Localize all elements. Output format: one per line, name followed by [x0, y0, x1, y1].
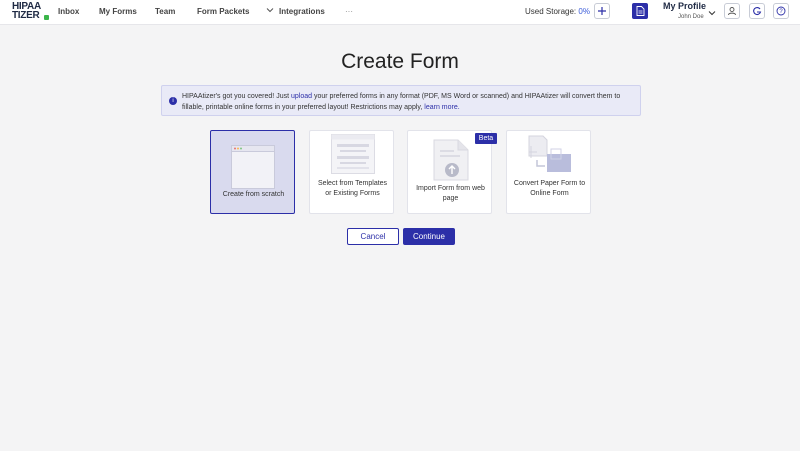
top-navigation-bar: HIPAA TIZER Inbox My Forms Team Form Pac… — [0, 0, 800, 25]
chevron-down-icon[interactable] — [266, 6, 274, 16]
help-icon: ? — [776, 6, 786, 16]
blank-window-icon — [231, 145, 275, 189]
plus-icon — [598, 7, 606, 15]
google-g-icon — [753, 6, 762, 16]
info-text: HIPAAtizer's got you covered! Just uploa… — [182, 91, 637, 113]
learn-more-link[interactable]: learn more. — [424, 104, 459, 111]
user-account-button[interactable] — [724, 3, 740, 19]
document-icon — [636, 6, 644, 16]
card-label: Convert Paper Form to Online Form — [513, 180, 586, 197]
option-select-from-templates[interactable]: Select from Templates or Existing Forms — [309, 130, 394, 214]
logo-green-mark — [44, 15, 49, 20]
template-list-icon — [331, 134, 375, 174]
profile-user-name: John Doe — [678, 14, 704, 20]
profile-chevron-down-icon[interactable] — [708, 4, 716, 22]
page-title: Create Form — [341, 50, 459, 73]
option-create-from-scratch[interactable]: Create from scratch — [210, 130, 295, 214]
card-label: Create from scratch — [222, 191, 285, 198]
hipaatizer-logo[interactable]: HIPAA TIZER — [12, 2, 49, 24]
storage-label: Used Storage: — [525, 7, 577, 16]
info-banner: i HIPAAtizer's got you covered! Just upl… — [161, 85, 641, 116]
upload-link[interactable]: upload — [291, 93, 312, 100]
nav-integrations[interactable]: Integrations — [279, 7, 325, 16]
web-import-document-icon — [433, 139, 469, 181]
nav-team[interactable]: Team — [155, 7, 175, 16]
nav-my-forms[interactable]: My Forms — [99, 7, 137, 16]
help-button[interactable]: ? — [773, 3, 789, 19]
storage-percent: 0% — [578, 7, 590, 16]
beta-badge: Beta — [475, 133, 497, 144]
add-storage-button[interactable] — [594, 3, 610, 19]
nav-more-menu[interactable]: ··· — [345, 7, 353, 16]
info-icon: i — [169, 97, 177, 105]
option-convert-paper-form[interactable]: Convert Paper Form to Online Form — [506, 130, 591, 214]
logo-line-2: TIZER — [12, 10, 40, 21]
card-label: Import Form from web page — [416, 185, 485, 202]
storage-indicator: Used Storage: 0% — [525, 7, 590, 16]
info-text-part-1: HIPAAtizer's got you covered! Just — [182, 93, 291, 100]
user-icon — [728, 7, 736, 16]
document-button[interactable] — [632, 3, 648, 19]
google-connect-button[interactable] — [749, 3, 765, 19]
nav-form-packets[interactable]: Form Packets — [197, 7, 249, 16]
cancel-button[interactable]: Cancel — [347, 228, 399, 245]
profile-menu[interactable]: My Profile — [663, 1, 706, 11]
nav-inbox[interactable]: Inbox — [58, 7, 79, 16]
convert-document-icon — [528, 135, 571, 172]
continue-button[interactable]: Continue — [403, 228, 455, 245]
card-label: Select from Templates or Existing Forms — [317, 180, 388, 197]
